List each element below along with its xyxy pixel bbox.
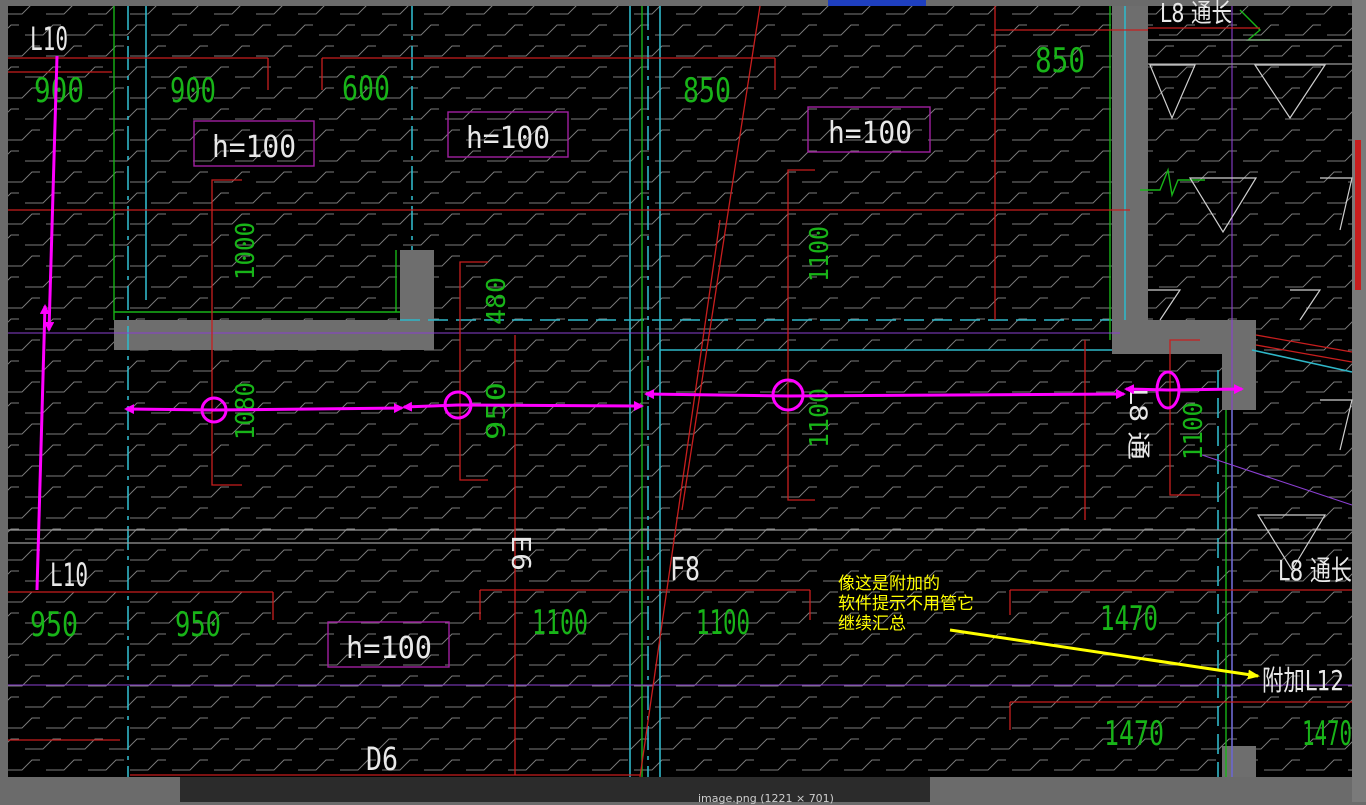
dim-1470-a: 1470 <box>1100 599 1158 639</box>
annotation-line-3: 继续汇总 <box>838 614 906 634</box>
dim-600: 600 <box>342 69 390 109</box>
dim-1100-c: 1100 <box>696 603 750 643</box>
slab-thickness-3: h=100 <box>828 116 912 151</box>
beam-label-e6: E6 <box>505 535 535 571</box>
annotation-line-2: 软件提示不用管它 <box>838 594 974 614</box>
dim-850-a: 850 <box>683 71 731 111</box>
markup-arrow-2 <box>402 401 459 412</box>
dim-1100-a: 1100 <box>805 226 835 282</box>
beam-label-f8: F8 <box>670 550 700 588</box>
dim-1470-c: 1470 <box>1302 714 1352 754</box>
dim-900-b: 900 <box>170 71 216 111</box>
dim-480: 480 <box>482 277 512 325</box>
beam-label-l8-vertical: L8 通 <box>1124 388 1152 460</box>
dim-850-b: 850 <box>1035 41 1085 81</box>
slab-thickness-4: h=100 <box>346 631 432 666</box>
dim-950-b: 950 <box>175 605 221 645</box>
annotation-line-1: 像这是附加的 <box>838 574 940 594</box>
markup-arrow-3 <box>644 389 789 400</box>
image-filename-caption: image.png (1221 × 701) <box>698 792 834 805</box>
slab-thickness-1: h=100 <box>212 130 296 165</box>
beam-label-attached-l12: 附加L12 <box>1262 664 1344 697</box>
dim-1100-r: 1100 <box>1179 402 1209 460</box>
cad-drawing-canvas: 900 900 600 850 850 950 950 1100 1100 14… <box>0 0 1366 802</box>
dim-950-a: 950 <box>30 605 78 645</box>
beam-label-l8-top: L8 通长 <box>1160 0 1232 29</box>
dim-1000: 1000 <box>231 222 261 280</box>
markup-arrow-4 <box>1124 384 1169 395</box>
dim-1100-b: 1100 <box>532 603 588 643</box>
dim-950-v: 950 <box>482 382 512 440</box>
slab-thickness-2: h=100 <box>466 121 550 156</box>
dim-900-a: 900 <box>34 71 84 111</box>
beam-label-l10-bottom: L10 <box>50 556 88 594</box>
beam-label-d6: D6 <box>366 740 398 778</box>
image-viewer: 900 900 600 850 850 950 950 1100 1100 14… <box>0 0 1366 805</box>
dim-1470-b: 1470 <box>1104 714 1164 754</box>
beam-label-l8-right: L8 通长 <box>1278 554 1352 587</box>
beam-label-l10-top: L10 <box>30 20 68 58</box>
